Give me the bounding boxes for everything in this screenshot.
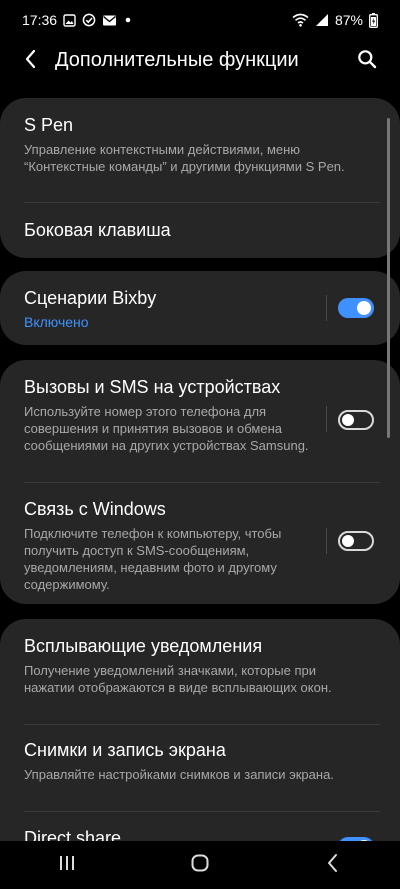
setting-item-screenshots[interactable]: Снимки и запись экрана Управляйте настро… — [0, 739, 400, 783]
setting-status: Включено — [24, 314, 89, 330]
vertical-separator — [326, 295, 327, 321]
status-time: 17:36 — [22, 12, 58, 28]
recents-icon — [58, 854, 76, 877]
search-icon — [357, 49, 377, 74]
card-connectivity: Вызовы и SMS на устройствах Используйте … — [0, 360, 400, 604]
chevron-left-icon — [24, 49, 38, 74]
vertical-separator — [326, 528, 327, 554]
setting-item-side-key[interactable]: Боковая клавиша — [0, 219, 400, 241]
settings-list: S Pen Управление контекстными действиями… — [0, 98, 400, 848]
mail-icon — [102, 14, 117, 27]
setting-item-bubble-notifications[interactable]: Всплывающие уведомления Получение уведом… — [0, 635, 400, 696]
divider — [24, 811, 380, 812]
app-header: Дополнительные функции — [0, 40, 400, 82]
back-arrow-icon — [326, 853, 340, 878]
setting-title: Сценарии Bixby — [24, 288, 157, 308]
back-nav-button[interactable] — [313, 845, 353, 885]
home-icon — [190, 853, 210, 878]
page-title: Дополнительные функции — [55, 49, 299, 71]
bixby-toggle[interactable] — [338, 298, 374, 318]
vertical-separator — [326, 406, 327, 432]
signal-icon — [315, 13, 329, 27]
windows-link-toggle[interactable] — [338, 531, 374, 551]
divider — [24, 202, 380, 203]
setting-description: Получение уведомлений значками, которые … — [24, 663, 332, 695]
setting-title: S Pen — [24, 115, 74, 135]
setting-item-spen[interactable]: S Pen Управление контекстными действиями… — [0, 114, 400, 175]
setting-title: Связь с Windows — [24, 499, 166, 519]
scrollbar[interactable] — [387, 118, 390, 438]
card-spen-group: S Pen Управление контекстными действиями… — [0, 98, 400, 258]
back-button[interactable] — [18, 48, 44, 74]
battery-icon — [369, 12, 378, 28]
card-bixby: Сценарии Bixby Включено — [0, 271, 400, 345]
setting-title: Боковая клавиша — [24, 220, 171, 240]
setting-description: Используйте номер этого телефона для сов… — [24, 404, 309, 453]
gallery-icon — [63, 13, 76, 27]
setting-title: Снимки и запись экрана — [24, 740, 226, 760]
setting-title: Всплывающие уведомления — [24, 636, 263, 656]
setting-title: Вызовы и SMS на устройствах — [24, 377, 281, 397]
home-button[interactable] — [180, 845, 220, 885]
battery-percent: 87% — [334, 12, 363, 28]
setting-description: Управление контекстными действиями, меню… — [24, 142, 345, 174]
setting-description: Управляйте настройками снимков и записи … — [24, 767, 334, 782]
status-left: 17:36 — [22, 12, 133, 28]
divider — [24, 482, 380, 483]
search-button[interactable] — [354, 48, 380, 74]
status-bar: 17:36 87% — [0, 0, 400, 40]
card-notifications: Всплывающие уведомления Получение уведом… — [0, 619, 400, 848]
screen: 17:36 87% Дополнительные функции S Pen У… — [0, 0, 400, 889]
status-right: 87% — [292, 12, 378, 28]
wifi-icon — [292, 13, 309, 27]
divider — [24, 724, 380, 725]
calls-sms-toggle[interactable] — [338, 410, 374, 430]
navigation-bar — [0, 841, 400, 889]
setting-description: Подключите телефон к компьютеру, чтобы п… — [24, 526, 282, 592]
recents-button[interactable] — [47, 845, 87, 885]
check-circle-icon — [82, 13, 96, 27]
dot-icon — [123, 15, 133, 25]
